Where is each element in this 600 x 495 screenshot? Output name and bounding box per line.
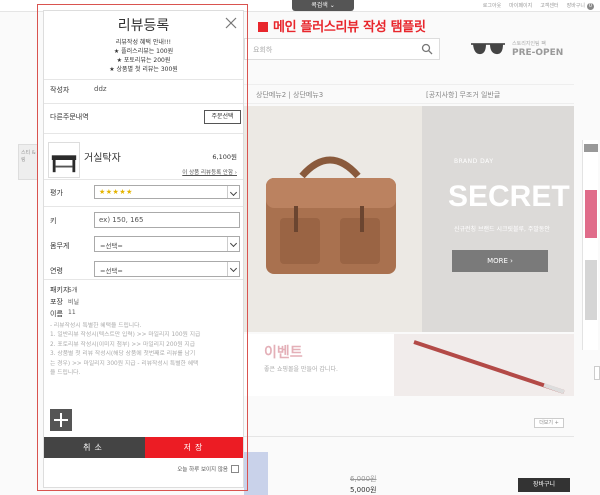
close-icon[interactable] — [225, 17, 237, 29]
height-input[interactable]: ex) 150, 165 — [94, 212, 240, 228]
search-input[interactable]: 요회하 — [244, 38, 440, 60]
support-link[interactable]: 고객센터 — [540, 2, 558, 10]
nav-notice[interactable]: [공지사항] 무조거 일반글 — [426, 90, 500, 100]
divider — [44, 103, 243, 104]
weight-select-value: =선택= — [100, 242, 123, 250]
chevron-down-icon — [227, 262, 239, 276]
pen-image — [394, 334, 574, 396]
modal-title: 리뷰등록 — [117, 18, 170, 34]
right-side-panel — [582, 140, 598, 350]
chevron-down-icon — [227, 186, 239, 198]
notice-line: ★ 상품별 첫 리뷰는 300원 — [109, 66, 178, 73]
banner-headline: SECRET B — [448, 180, 574, 213]
cart-count-badge: 0 — [587, 3, 594, 10]
main-banner[interactable]: BRAND DAY SECRET B 신규런칭 브랜드 시크릿블루, 주말동안 … — [244, 106, 574, 332]
guide-line: 1. 일반리뷰 작성시(텍스트만 입력) >> 마일리지 100원 지급 — [50, 332, 201, 339]
age-select-value: =선택= — [100, 267, 123, 275]
event-title: 이벤트 — [264, 345, 303, 361]
hide-today-label: 오늘 하루 보이지 않음 — [177, 467, 228, 473]
top-links: 로그아웃 마이페이지 고객센터 장바구니 0 — [483, 2, 594, 10]
search-placeholder: 요회하 — [253, 46, 273, 54]
divider — [44, 133, 243, 134]
rating-select[interactable]: ★★★★★ — [94, 185, 240, 199]
info-value: 5개 — [68, 287, 78, 294]
notice-line: 리뷰작성 혜택 안내!!! — [115, 39, 172, 46]
info-label: 이름 — [50, 310, 63, 318]
banner-brandday: BRAND DAY — [454, 158, 494, 165]
order-history-label: 다른주문내역 — [50, 113, 89, 121]
author-value: ddz — [94, 85, 107, 93]
divider — [44, 179, 243, 180]
info-value: 비닐 — [68, 299, 80, 306]
age-select[interactable]: =선택= — [94, 261, 240, 277]
divider — [44, 279, 243, 280]
top-nav: 상단메뉴2 | 상단메뉴3 [공지사항] 무조거 일반글 — [244, 84, 574, 104]
quick-search-tab[interactable]: 콕검색 ⌄ — [292, 0, 354, 11]
author-label: 작성자 — [50, 86, 70, 94]
guide-line: 을 드립니다. — [50, 370, 81, 377]
sale-price: 5,000원 — [350, 486, 377, 494]
original-price: 6,000원 — [350, 475, 377, 483]
logout-link[interactable]: 로그아웃 — [483, 2, 501, 10]
add-photo-button[interactable] — [50, 409, 72, 431]
preopen-subtitle: 스토리지인팀 팩 — [512, 41, 546, 47]
guide-line: 3. 상품별 첫 리뷰 작성시(해당 상품에 첫번째로 리뷰를 남기 — [50, 351, 196, 358]
product-thumbnail — [48, 142, 80, 178]
divider — [244, 436, 574, 437]
guide-line: - 리뷰작성시 특별한 혜택을 드립니다. — [50, 323, 142, 329]
red-square-marker — [258, 22, 268, 32]
product-price: 6,100원 — [212, 153, 237, 161]
height-label: 키 — [50, 217, 57, 225]
template-title-text: 메인 플러스리뷰 작성 탬플릿 — [273, 20, 426, 35]
divider — [44, 206, 243, 207]
more-button[interactable]: 더보기 + — [534, 418, 564, 428]
banner-right-panel — [422, 106, 574, 332]
review-guide-text: - 리뷰작성시 특별한 혜택을 드립니다. 1. 일반리뷰 작성시(텍스트만 입… — [50, 322, 240, 378]
side-banner-pink[interactable] — [585, 190, 597, 238]
mypage-link[interactable]: 마이페이지 — [509, 2, 532, 10]
cart-link[interactable]: 장바구니 0 — [567, 2, 594, 10]
notice-line: ★ 포토리뷰는 200원 — [116, 57, 171, 64]
search-icon[interactable] — [421, 43, 433, 55]
event-section[interactable]: 이벤트 좋은 쇼핑몰을 만들어 갑니다. — [244, 334, 574, 396]
sunglasses-icon — [471, 43, 505, 55]
notice-line: ★ 플러스리뷰는 100원 — [113, 48, 174, 55]
weight-select[interactable]: =선택= — [94, 236, 240, 252]
cart-link-label: 장바구니 — [566, 3, 585, 9]
rating-stars: ★★★★★ — [99, 188, 133, 196]
banner-pagination[interactable] — [356, 322, 372, 332]
template-title: 메인 플러스리뷰 작성 탬플릿 — [258, 16, 426, 35]
side-panel-header — [584, 144, 598, 152]
divider — [44, 79, 243, 80]
info-label: 패키지 — [50, 286, 70, 294]
cart-button[interactable]: 장바구니 — [518, 478, 570, 492]
review-modal: 리뷰등록 리뷰작성 혜택 안내!!! ★ 플러스리뷰는 100원 ★ 포토리뷰는… — [43, 10, 244, 488]
weight-label: 몸무게 — [50, 242, 70, 250]
benefit-notice: 리뷰작성 혜택 안내!!! ★ 플러스리뷰는 100원 ★ 포토리뷰는 200원… — [44, 38, 243, 74]
modal-header: 리뷰등록 — [44, 11, 243, 35]
info-label: 포장 — [50, 298, 63, 306]
banner-more-button[interactable]: MORE › — [452, 250, 548, 272]
age-label: 연령 — [50, 267, 63, 275]
skip-review-link[interactable]: 이 상품 리뷰등록 안함 › — [182, 168, 237, 176]
hide-today-checkbox[interactable] — [231, 465, 239, 473]
order-select-button[interactable]: 주문선택 — [204, 110, 241, 124]
nav-menu-items[interactable]: 상단메뉴2 | 상단메뉴3 — [256, 90, 323, 100]
cancel-button[interactable]: 취소 — [44, 437, 145, 458]
left-product-thumb[interactable]: 스티 & 링 — [18, 144, 38, 180]
guide-line: 2. 포토리뷰 작성시(이미지 첨부) >> 마일리지 200원 지급 — [50, 341, 196, 348]
rating-label: 평가 — [50, 189, 63, 197]
side-banner-gray[interactable] — [585, 260, 597, 320]
scroll-handle[interactable] — [594, 366, 600, 380]
hide-today-option[interactable]: 오늘 하루 보이지 않음 — [177, 465, 239, 473]
preopen-title: PRE-OPEN — [512, 48, 564, 58]
info-value: 11 — [68, 309, 76, 316]
event-description: 좋은 쇼핑몰을 만들어 갑니다. — [264, 366, 338, 373]
chevron-down-icon — [227, 237, 239, 251]
leather-bag-image — [266, 156, 396, 274]
banner-subtitle: 신규런칭 브랜드 시크릿블루, 주말동안 — [454, 226, 550, 233]
save-button[interactable]: 저장 — [145, 437, 243, 458]
product-name: 거실탁자 — [84, 153, 121, 164]
guide-line: 는 경우) >> 마일리지 300원 지급 - 리뷰작성시 특별한 혜택 — [50, 360, 199, 367]
